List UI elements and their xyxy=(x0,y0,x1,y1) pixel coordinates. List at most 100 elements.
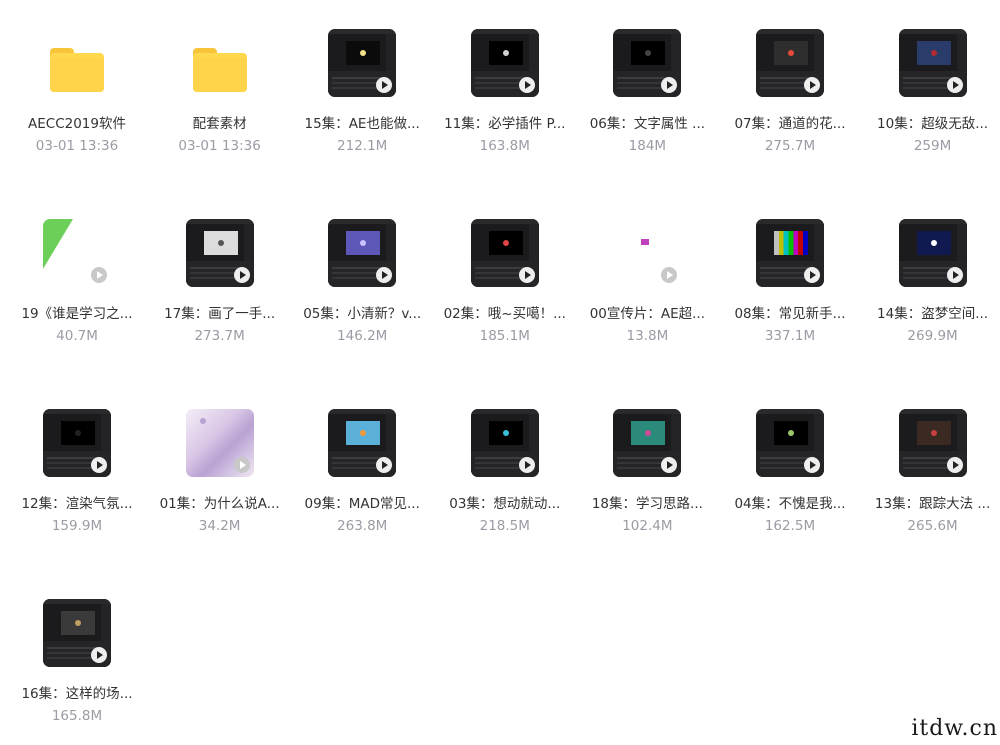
preview-graphic xyxy=(641,239,650,245)
file-size: 165.8M xyxy=(51,708,103,724)
file-name: 00宣传片：AE超... xyxy=(589,306,706,322)
video-item[interactable]: 15集：AE也能做... 212.1M xyxy=(291,20,433,210)
play-icon[interactable] xyxy=(518,457,535,473)
thumbnail-wrapper xyxy=(291,28,433,108)
video-item[interactable]: 18集：学习思路... 102.4M xyxy=(576,400,718,590)
video-preview xyxy=(773,41,808,65)
video-item[interactable]: 09集：MAD常见... 263.8M xyxy=(291,400,433,590)
file-size: 263.8M xyxy=(337,518,388,534)
file-name: 07集：通道的花... xyxy=(734,116,846,132)
thumbnail-wrapper xyxy=(862,408,1000,488)
video-thumbnail-icon xyxy=(43,599,111,667)
video-preview xyxy=(488,421,523,445)
video-item[interactable]: 08集：常见新手... 337.1M xyxy=(719,210,861,400)
watermark: itdw.cn xyxy=(911,716,998,741)
play-icon[interactable] xyxy=(518,77,535,93)
file-name: 09集：MAD常见... xyxy=(304,496,420,512)
video-preview xyxy=(203,231,238,255)
video-item[interactable]: 17集：画了一手... 273.7M xyxy=(149,210,291,400)
video-item[interactable]: 07集：通道的花... 275.7M xyxy=(719,20,861,210)
preview-accent xyxy=(787,50,794,56)
video-preview xyxy=(773,421,808,445)
video-thumbnail-icon xyxy=(755,219,824,287)
thumbnail-wrapper xyxy=(6,408,148,488)
video-thumbnail-icon xyxy=(43,219,111,287)
play-icon[interactable] xyxy=(803,77,820,93)
video-item[interactable]: 14集：盗梦空间... 269.9M xyxy=(862,210,1000,400)
preview-accent xyxy=(787,430,794,436)
thumbnail-wrapper xyxy=(719,218,861,298)
play-icon[interactable] xyxy=(518,267,535,283)
play-icon[interactable] xyxy=(91,267,107,283)
video-item[interactable]: 06集：文字属性 ... 184M xyxy=(576,20,718,210)
thumbnail-wrapper xyxy=(149,28,291,108)
file-name: 13集：跟踪大法 ... xyxy=(874,496,991,512)
preview-accent xyxy=(930,430,937,436)
preview-accent xyxy=(360,240,367,246)
video-item[interactable]: 10集：超级无敌... 259M xyxy=(862,20,1000,210)
folder-icon xyxy=(192,48,247,92)
video-item[interactable]: 03集：想动就动... 218.5M xyxy=(434,400,576,590)
thumbnail-wrapper xyxy=(576,28,718,108)
video-item[interactable]: 00宣传片：AE超... 13.8M xyxy=(576,210,718,400)
file-size: 275.7M xyxy=(764,138,816,154)
file-name: 19《谁是学习之... xyxy=(21,306,133,322)
video-thumbnail-icon xyxy=(185,409,254,477)
folder-icon xyxy=(50,48,104,92)
folder-item[interactable]: 配套素材 03-01 13:36 xyxy=(149,20,291,210)
file-name: 16集：这样的场... xyxy=(21,686,133,702)
thumbnail-wrapper xyxy=(6,598,148,678)
play-icon[interactable] xyxy=(803,267,820,283)
preview-accent xyxy=(75,620,81,626)
video-item[interactable]: 02集：哦~买噶！... 185.1M xyxy=(434,210,576,400)
video-item[interactable]: 04集：不愧是我... 162.5M xyxy=(719,400,861,590)
thumbnail-wrapper xyxy=(862,218,1000,298)
play-icon[interactable] xyxy=(803,457,820,473)
play-icon[interactable] xyxy=(91,647,107,663)
video-thumbnail-icon xyxy=(470,29,539,97)
file-size: 273.7M xyxy=(194,328,245,344)
thumbnail-wrapper xyxy=(434,408,576,488)
thumbnail-wrapper xyxy=(862,28,1000,108)
file-name: 08集：常见新手... xyxy=(734,306,846,322)
thumbnail-wrapper xyxy=(291,218,433,298)
file-size: 265.6M xyxy=(907,518,958,534)
file-name: 01集：为什么说A... xyxy=(159,496,280,512)
video-item[interactable]: 12集：渲染气氛... 159.9M xyxy=(6,400,148,590)
play-icon[interactable] xyxy=(91,457,107,473)
video-thumbnail-icon xyxy=(755,409,824,477)
video-item[interactable]: 13集：跟踪大法 ... 265.6M xyxy=(862,400,1000,590)
thumbnail-wrapper xyxy=(291,408,433,488)
thumbnail-wrapper xyxy=(6,218,148,298)
play-icon[interactable] xyxy=(946,267,963,283)
video-item[interactable]: 01集：为什么说A... 34.2M xyxy=(149,400,291,590)
file-date: 03-01 13:36 xyxy=(178,138,261,154)
video-preview xyxy=(61,611,95,635)
play-icon[interactable] xyxy=(233,457,250,473)
video-item[interactable]: 16集：这样的场... 165.8M xyxy=(6,590,148,745)
video-item[interactable]: 05集：小清新？v... 146.2M xyxy=(291,210,433,400)
file-name: 05集：小清新？v... xyxy=(303,306,422,322)
preview-accent xyxy=(502,50,509,56)
file-name: 15集：AE也能做... xyxy=(304,116,420,132)
file-size: 218.5M xyxy=(479,518,530,534)
play-icon[interactable] xyxy=(661,267,678,283)
file-grid: AECC2019软件 03-01 13:36 配套素材 03-01 13:36 15集：… xyxy=(6,20,1000,745)
preview-accent xyxy=(930,50,937,56)
play-icon[interactable] xyxy=(233,267,250,283)
video-thumbnail-icon xyxy=(755,29,824,97)
video-preview xyxy=(631,421,666,445)
file-size: 184M xyxy=(628,138,667,154)
video-preview xyxy=(61,421,95,445)
file-name: 配套素材 xyxy=(192,116,247,132)
play-icon[interactable] xyxy=(946,77,963,93)
file-name: 18集：学习思路... xyxy=(591,496,703,512)
video-item[interactable]: 11集：必学插件 P... 163.8M xyxy=(434,20,576,210)
video-item[interactable]: 19《谁是学习之... 40.7M xyxy=(6,210,148,400)
play-icon[interactable] xyxy=(946,457,963,473)
file-size: 40.7M xyxy=(56,328,98,344)
thumbnail-wrapper xyxy=(576,408,718,488)
file-size: 337.1M xyxy=(764,328,816,344)
preview-accent xyxy=(502,240,509,246)
folder-item[interactable]: AECC2019软件 03-01 13:36 xyxy=(6,20,148,210)
